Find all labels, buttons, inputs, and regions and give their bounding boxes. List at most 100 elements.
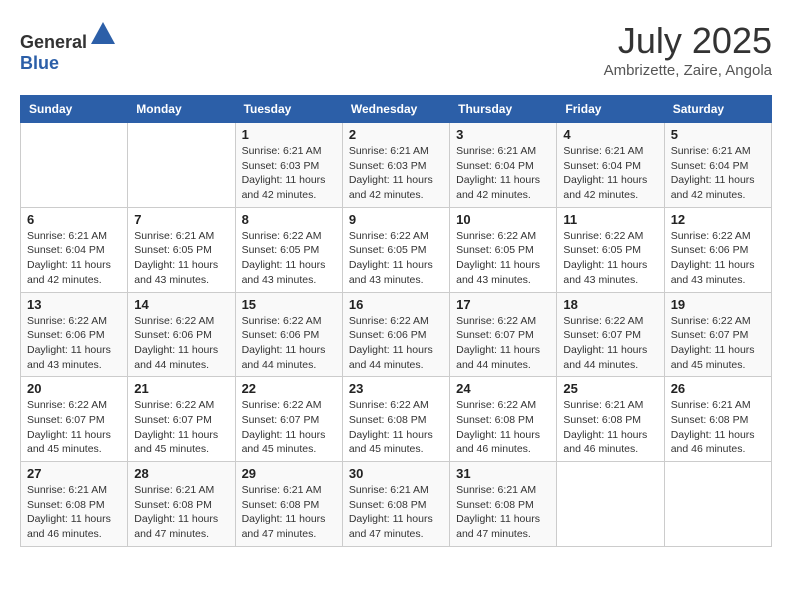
day-info: Sunrise: 6:22 AM Sunset: 6:07 PM Dayligh…: [563, 314, 657, 373]
day-info: Sunrise: 6:21 AM Sunset: 6:08 PM Dayligh…: [456, 483, 550, 542]
day-number: 8: [242, 212, 336, 227]
day-number: 27: [27, 466, 121, 481]
calendar-week-row: 20Sunrise: 6:22 AM Sunset: 6:07 PM Dayli…: [21, 377, 772, 462]
day-number: 18: [563, 297, 657, 312]
day-info: Sunrise: 6:21 AM Sunset: 6:08 PM Dayligh…: [134, 483, 228, 542]
day-info: Sunrise: 6:22 AM Sunset: 6:07 PM Dayligh…: [456, 314, 550, 373]
table-row: 24 Sunrise: 6:22 AM Sunset: 6:08 PM Dayli…: [450, 377, 557, 462]
calendar-header-row: Sunday Monday Tuesday Wednesday Thursday…: [21, 96, 772, 123]
day-number: 6: [27, 212, 121, 227]
day-info: Sunrise: 6:22 AM Sunset: 6:05 PM Dayligh…: [563, 229, 657, 288]
calendar-week-row: 27 Sunrise: 6:21 AM Sunset: 6:08 PM Dayli…: [21, 462, 772, 547]
day-info: Sunrise: 6:22 AM Sunset: 6:05 PM Dayligh…: [242, 229, 336, 288]
day-info: Sunrise: 6:21 AM Sunset: 6:08 PM Dayligh…: [563, 398, 657, 457]
title-block: July 2025 Ambrizette, Zaire, Angola: [604, 20, 772, 79]
day-info: Sunrise: 6:22 AM Sunset: 6:06 PM Dayligh…: [134, 314, 228, 373]
col-sunday: Sunday: [21, 96, 128, 123]
table-row: 1 Sunrise: 6:21 AM Sunset: 6:03 PM Daylig…: [235, 123, 342, 208]
table-row: [664, 462, 771, 547]
day-number: 24: [456, 381, 550, 396]
table-row: 21Sunrise: 6:22 AM Sunset: 6:07 PM Dayli…: [128, 377, 235, 462]
day-number: 25: [563, 381, 657, 396]
table-row: 6Sunrise: 6:21 AM Sunset: 6:04 PM Daylig…: [21, 207, 128, 292]
page-header: General Blue July 2025 Ambrizette, Zaire…: [20, 20, 772, 79]
table-row: 30Sunrise: 6:21 AM Sunset: 6:08 PM Dayli…: [342, 462, 449, 547]
col-saturday: Saturday: [664, 96, 771, 123]
table-row: 28 Sunrise: 6:21 AM Sunset: 6:08 PM Dayli…: [128, 462, 235, 547]
col-friday: Friday: [557, 96, 664, 123]
day-info: Sunrise: 6:22 AM Sunset: 6:05 PM Dayligh…: [456, 229, 550, 288]
table-row: [557, 462, 664, 547]
day-info: Sunrise: 6:22 AM Sunset: 6:07 PM Dayligh…: [134, 398, 228, 457]
table-row: 31Sunrise: 6:21 AM Sunset: 6:08 PM Dayli…: [450, 462, 557, 547]
table-row: 11 Sunrise: 6:22 AM Sunset: 6:05 PM Dayli…: [557, 207, 664, 292]
logo-icon: [89, 20, 117, 48]
col-wednesday: Wednesday: [342, 96, 449, 123]
day-number: 1: [242, 127, 336, 142]
col-thursday: Thursday: [450, 96, 557, 123]
day-number: 22: [242, 381, 336, 396]
table-row: 10 Sunrise: 6:22 AM Sunset: 6:05 PM Dayli…: [450, 207, 557, 292]
day-info: Sunrise: 6:21 AM Sunset: 6:08 PM Dayligh…: [671, 398, 765, 457]
table-row: 3Sunrise: 6:21 AM Sunset: 6:04 PM Daylig…: [450, 123, 557, 208]
day-number: 9: [349, 212, 443, 227]
table-row: 8 Sunrise: 6:22 AM Sunset: 6:05 PM Daylig…: [235, 207, 342, 292]
day-info: Sunrise: 6:21 AM Sunset: 6:08 PM Dayligh…: [27, 483, 121, 542]
day-info: Sunrise: 6:22 AM Sunset: 6:06 PM Dayligh…: [242, 314, 336, 373]
table-row: 18 Sunrise: 6:22 AM Sunset: 6:07 PM Dayli…: [557, 292, 664, 377]
table-row: 17 Sunrise: 6:22 AM Sunset: 6:07 PM Dayli…: [450, 292, 557, 377]
day-number: 26: [671, 381, 765, 396]
day-number: 17: [456, 297, 550, 312]
day-number: 28: [134, 466, 228, 481]
table-row: 22 Sunrise: 6:22 AM Sunset: 6:07 PM Dayli…: [235, 377, 342, 462]
col-monday: Monday: [128, 96, 235, 123]
table-row: [128, 123, 235, 208]
table-row: 23 Sunrise: 6:22 AM Sunset: 6:08 PM Dayli…: [342, 377, 449, 462]
table-row: [21, 123, 128, 208]
day-info: Sunrise: 6:22 AM Sunset: 6:07 PM Dayligh…: [27, 398, 121, 457]
day-info: Sunrise: 6:21 AM Sunset: 6:04 PM Dayligh…: [671, 144, 765, 203]
table-row: 26 Sunrise: 6:21 AM Sunset: 6:08 PM Dayli…: [664, 377, 771, 462]
day-number: 4: [563, 127, 657, 142]
day-number: 16: [349, 297, 443, 312]
day-number: 7: [134, 212, 228, 227]
table-row: 25 Sunrise: 6:21 AM Sunset: 6:08 PM Dayli…: [557, 377, 664, 462]
day-number: 15: [242, 297, 336, 312]
table-row: 5Sunrise: 6:21 AM Sunset: 6:04 PM Daylig…: [664, 123, 771, 208]
day-number: 12: [671, 212, 765, 227]
table-row: 9Sunrise: 6:22 AM Sunset: 6:05 PM Daylig…: [342, 207, 449, 292]
day-number: 2: [349, 127, 443, 142]
day-number: 10: [456, 212, 550, 227]
month-year: July 2025: [604, 20, 772, 62]
table-row: 12 Sunrise: 6:22 AM Sunset: 6:06 PM Dayli…: [664, 207, 771, 292]
day-info: Sunrise: 6:21 AM Sunset: 6:03 PM Dayligh…: [349, 144, 443, 203]
day-number: 19: [671, 297, 765, 312]
day-number: 14: [134, 297, 228, 312]
table-row: 2 Sunrise: 6:21 AM Sunset: 6:03 PM Daylig…: [342, 123, 449, 208]
calendar-week-row: 1 Sunrise: 6:21 AM Sunset: 6:03 PM Daylig…: [21, 123, 772, 208]
day-info: Sunrise: 6:22 AM Sunset: 6:07 PM Dayligh…: [242, 398, 336, 457]
day-info: Sunrise: 6:22 AM Sunset: 6:08 PM Dayligh…: [456, 398, 550, 457]
calendar-table: Sunday Monday Tuesday Wednesday Thursday…: [20, 95, 772, 547]
day-info: Sunrise: 6:22 AM Sunset: 6:06 PM Dayligh…: [671, 229, 765, 288]
calendar-week-row: 13Sunrise: 6:22 AM Sunset: 6:06 PM Dayli…: [21, 292, 772, 377]
day-number: 23: [349, 381, 443, 396]
location: Ambrizette, Zaire, Angola: [604, 62, 772, 79]
table-row: 19 Sunrise: 6:22 AM Sunset: 6:07 PM Dayli…: [664, 292, 771, 377]
day-info: Sunrise: 6:21 AM Sunset: 6:03 PM Dayligh…: [242, 144, 336, 203]
table-row: 4Sunrise: 6:21 AM Sunset: 6:04 PM Daylig…: [557, 123, 664, 208]
table-row: 20Sunrise: 6:22 AM Sunset: 6:07 PM Dayli…: [21, 377, 128, 462]
day-info: Sunrise: 6:21 AM Sunset: 6:08 PM Dayligh…: [349, 483, 443, 542]
table-row: 15 Sunrise: 6:22 AM Sunset: 6:06 PM Dayli…: [235, 292, 342, 377]
table-row: 16Sunrise: 6:22 AM Sunset: 6:06 PM Dayli…: [342, 292, 449, 377]
day-info: Sunrise: 6:22 AM Sunset: 6:06 PM Dayligh…: [27, 314, 121, 373]
logo-text: General Blue: [20, 20, 117, 74]
day-info: Sunrise: 6:22 AM Sunset: 6:08 PM Dayligh…: [349, 398, 443, 457]
day-info: Sunrise: 6:22 AM Sunset: 6:07 PM Dayligh…: [671, 314, 765, 373]
logo: General Blue: [20, 20, 117, 74]
day-number: 11: [563, 212, 657, 227]
logo-blue: Blue: [20, 53, 59, 73]
day-info: Sunrise: 6:21 AM Sunset: 6:08 PM Dayligh…: [242, 483, 336, 542]
calendar-week-row: 6Sunrise: 6:21 AM Sunset: 6:04 PM Daylig…: [21, 207, 772, 292]
table-row: 14 Sunrise: 6:22 AM Sunset: 6:06 PM Dayli…: [128, 292, 235, 377]
